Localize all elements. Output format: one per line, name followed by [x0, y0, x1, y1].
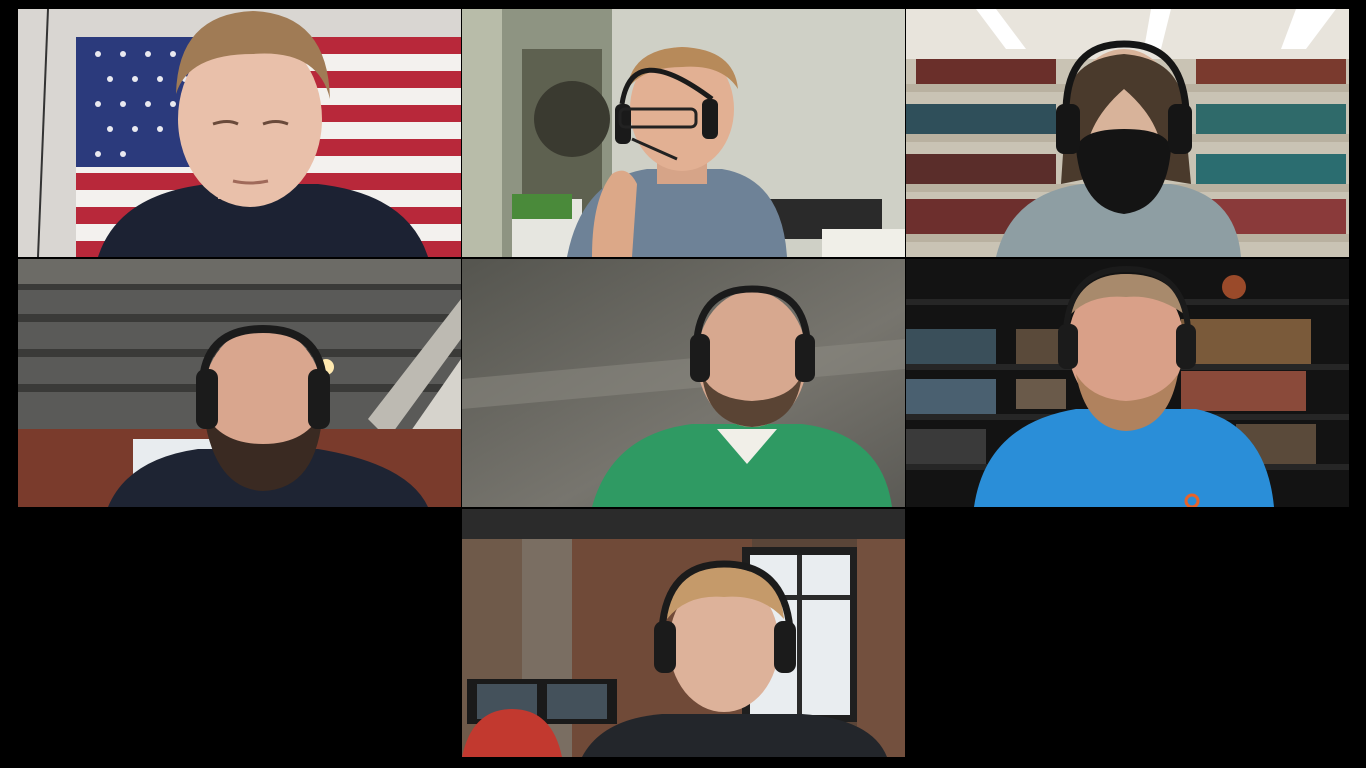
participant-video-3 [906, 9, 1349, 257]
participant-video-tile-7[interactable] [462, 509, 905, 757]
participant-video-tile-5[interactable] [462, 259, 905, 507]
participant-video-5 [462, 259, 905, 507]
participant-video-tile-4[interactable] [18, 259, 461, 507]
participant-video-2 [462, 9, 905, 257]
participant-video-tile-3[interactable] [906, 9, 1349, 257]
participant-video-tile-2[interactable] [462, 9, 905, 257]
participant-video-tile-6[interactable] [906, 259, 1349, 507]
participant-video-1 [18, 9, 461, 257]
participant-video-4 [18, 259, 461, 507]
participant-video-7 [462, 509, 905, 757]
participant-video-6 [906, 259, 1349, 507]
participant-video-tile-1[interactable] [18, 9, 461, 257]
